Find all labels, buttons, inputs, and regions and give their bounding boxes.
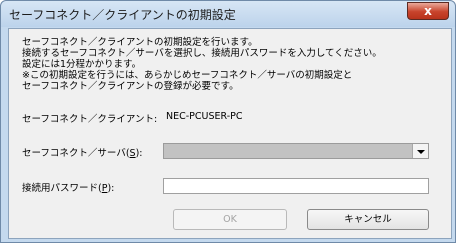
message-line: セーフコネクト／クライアントの登録が必要です。	[22, 81, 239, 92]
message-line: 設定には1分程かかります。	[22, 59, 142, 70]
password-label-text: 接続用パスワード(	[22, 183, 102, 194]
title-bar[interactable]: セーフコネクト／クライアントの初期設定 x	[1, 1, 455, 27]
chevron-down-icon	[417, 150, 425, 154]
message-line: セーフコネクト／クライアントの初期設定を行います。	[22, 37, 258, 48]
password-label-suffix: ):	[107, 183, 115, 194]
cancel-button[interactable]: キャンセル	[307, 209, 429, 230]
message-line: ※この初期設定を行うには、あらかじめセーフコネクト／サーバの初期設定と	[22, 70, 353, 81]
dialog-body: セーフコネクト／クライアントの初期設定を行います。 接続するセーフコネクト／サー…	[8, 28, 452, 239]
server-label-text: セーフコネクト／サーバ(	[22, 148, 130, 159]
dropdown-button[interactable]	[412, 144, 428, 158]
close-icon: x	[424, 4, 432, 18]
server-select[interactable]	[163, 143, 429, 159]
message-line: 接続するセーフコネクト／サーバを選択し、接続用パスワードを入力してください。	[22, 48, 382, 59]
ok-button[interactable]: OK	[173, 209, 287, 230]
password-input[interactable]	[163, 178, 429, 194]
password-label: 接続用パスワード(P):	[22, 180, 114, 194]
client-label: セーフコネクト／クライアント:	[22, 114, 158, 125]
server-label: セーフコネクト／サーバ(S):	[22, 145, 143, 159]
dialog-window: セーフコネクト／クライアントの初期設定 x セーフコネクト／クライアントの初期設…	[0, 0, 456, 243]
server-label-suffix: ):	[135, 148, 143, 159]
window-title: セーフコネクト／クライアントの初期設定	[9, 8, 236, 22]
instruction-message: セーフコネクト／クライアントの初期設定を行います。 接続するセーフコネクト／サー…	[22, 37, 382, 92]
client-name-value: NEC-PCUSER-PC	[166, 111, 243, 122]
close-button[interactable]: x	[407, 2, 449, 20]
